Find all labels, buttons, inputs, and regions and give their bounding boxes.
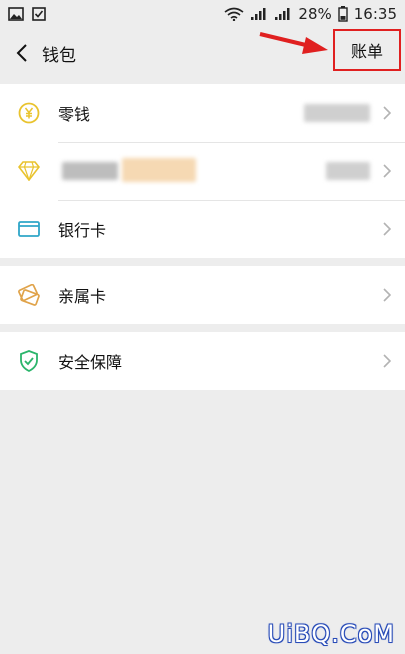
battery-icon: [338, 6, 348, 22]
back-button[interactable]: [2, 28, 42, 78]
chevron-right-icon: [383, 288, 391, 302]
status-bar: 28% 16:35: [0, 0, 405, 28]
diamond-icon: [0, 142, 58, 200]
shield-check-icon: [0, 332, 58, 390]
family-card-icon: [0, 266, 58, 324]
list-item-label: 安全保障: [58, 353, 123, 372]
blurred-label: [62, 162, 118, 180]
bank-card-icon: [0, 200, 58, 258]
signal-icon-2: [274, 7, 292, 21]
bill-button[interactable]: 账单: [333, 29, 401, 71]
back-arrow-icon: [16, 44, 27, 62]
list-item-security[interactable]: 安全保障: [0, 332, 405, 390]
bill-button-label: 账单: [350, 42, 383, 61]
battery-percent: 28%: [298, 5, 332, 23]
wallet-group-family: 亲属卡: [0, 266, 405, 324]
list-item-family-card[interactable]: 亲属卡: [0, 266, 405, 324]
image-icon: [8, 7, 24, 21]
chevron-right-icon: [383, 106, 391, 120]
wallet-group-main: 零钱 银行卡: [0, 84, 405, 258]
wallet-group-security: 安全保障: [0, 332, 405, 390]
annotation-arrow: [259, 32, 328, 54]
chevron-right-icon: [383, 164, 391, 178]
wifi-icon: [224, 7, 244, 21]
page-title: 钱包: [42, 45, 76, 66]
status-right: 28% 16:35: [224, 5, 397, 23]
nav-bar: 钱包 账单: [0, 28, 405, 78]
list-item-label: 亲属卡: [58, 287, 107, 306]
task-check-icon: [32, 7, 46, 21]
list-item-label: 银行卡: [58, 221, 107, 240]
blurred-promo: [122, 158, 196, 182]
list-item-bank-card[interactable]: 银行卡: [0, 200, 405, 258]
watermark: UiBQ.CoM: [267, 620, 395, 648]
list-item-change[interactable]: 零钱: [0, 84, 405, 142]
status-time: 16:35: [353, 5, 397, 23]
chevron-right-icon: [383, 354, 391, 368]
chevron-right-icon: [383, 222, 391, 236]
signal-icon: [250, 7, 268, 21]
list-item-diamond[interactable]: [0, 142, 405, 200]
status-left: [8, 7, 46, 21]
yen-coin-icon: [0, 84, 58, 142]
blurred-value: [326, 162, 370, 180]
blurred-value: [304, 104, 370, 122]
list-item-label: 零钱: [58, 105, 91, 124]
